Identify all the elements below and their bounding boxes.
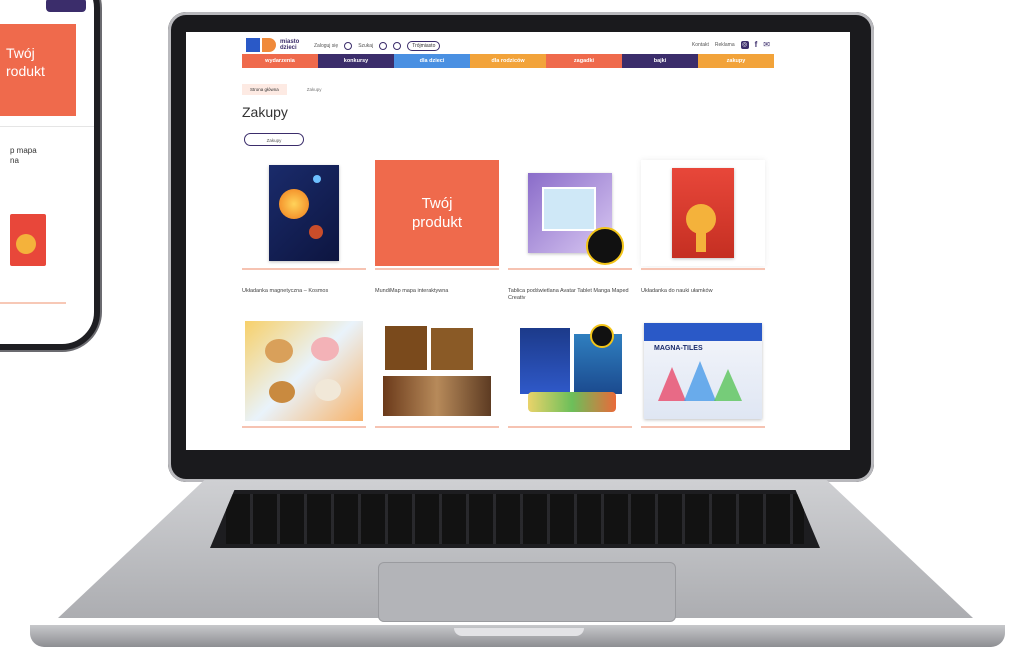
mail-icon[interactable]: ✉ (763, 40, 770, 49)
divider (508, 426, 632, 428)
product-name[interactable]: Układanka magnetyczna – Kosmos (242, 288, 366, 295)
product-card[interactable]: Tablica podświetlana Avatar Tablet Manga… (508, 160, 632, 302)
product-card[interactable]: Układanka magnetyczna – Kosmos (242, 160, 366, 295)
header-utility: Zaloguj się Szukaj Trójmiasto (314, 41, 441, 51)
phone-card-line1: Twój (6, 45, 35, 61)
nav-tab-wydarzenia[interactable]: wydarzenia (242, 54, 318, 68)
divider (0, 126, 94, 127)
phone-text-line2: na (10, 156, 19, 165)
page-title: Zakupy (242, 104, 288, 120)
harry-potter-book-set-icon (379, 322, 495, 420)
header-links: Kontakt Reklama ◎ f ✉ (692, 40, 770, 49)
nav-tab-zagadki[interactable]: zagadki (546, 54, 622, 68)
search-icon[interactable] (379, 42, 388, 50)
product-card[interactable]: MAGNA-TILES (641, 318, 765, 428)
product-name[interactable]: Układanka do nauki ułamków (641, 288, 765, 295)
phone-product-decoration (16, 234, 36, 254)
product-image[interactable] (242, 160, 366, 266)
filter-button[interactable]: Zakupy (244, 133, 304, 146)
divider (508, 268, 632, 270)
magna-tiles-box-icon: MAGNA-TILES (644, 323, 762, 419)
phone-text-line1: p mapa (10, 146, 37, 155)
phone-product-name[interactable]: p mapa na (10, 146, 70, 166)
laptop-touchpad (378, 562, 676, 622)
product-image[interactable] (242, 318, 366, 424)
divider (641, 268, 765, 270)
product-name[interactable]: Tablica podświetlana Avatar Tablet Manga… (508, 288, 632, 302)
nav-tab-konkursy[interactable]: konkursy (318, 54, 394, 68)
nav-tab-dla-dzieci[interactable]: dla dzieci (394, 54, 470, 68)
logo-text: miasto dzieci (280, 39, 299, 51)
contact-link[interactable]: Kontakt (692, 42, 709, 48)
product-card[interactable] (242, 318, 366, 428)
login-link[interactable]: Zaloguj się (314, 43, 338, 49)
search-link[interactable]: Szukaj (358, 43, 373, 49)
product-card[interactable]: Twój produkt MundiMap mapa interaktywna (375, 160, 499, 295)
ads-link[interactable]: Reklama (715, 42, 735, 48)
logo-mark-d (262, 38, 276, 52)
location-pin-icon (393, 42, 402, 50)
phone-header-button[interactable] (46, 0, 86, 12)
divider (242, 268, 366, 270)
product-name[interactable]: MundiMap mapa interaktywna (375, 288, 499, 295)
nav-tab-dla-rodziców[interactable]: dla rodziców (470, 54, 546, 68)
placeholder-line2: produkt (411, 214, 463, 231)
phone-mockup: Twój rodukt p mapa na (0, 0, 100, 350)
divider (375, 268, 499, 270)
logo-text-line2: dzieci (280, 45, 297, 51)
laptop-notch (454, 628, 584, 636)
fraction-puzzle-box-icon (672, 168, 734, 258)
product-image[interactable]: MAGNA-TILES (641, 318, 765, 424)
animal-puzzle-set-icon (245, 321, 363, 421)
product-card[interactable] (375, 318, 499, 428)
site-logo[interactable]: miasto dzieci (246, 38, 299, 52)
product-image[interactable] (508, 160, 632, 266)
divider (375, 426, 499, 428)
main-nav: wydarzenia konkursy dla dzieci dla rodziców… (242, 54, 774, 68)
product-image[interactable] (641, 160, 765, 266)
laptop-keyboard (210, 490, 820, 548)
breadcrumb: Strona główna Zakupy (242, 84, 322, 95)
nav-tab-bajki[interactable]: bajki (622, 54, 698, 68)
breadcrumb-current: Zakupy (306, 87, 322, 92)
product-image[interactable] (375, 318, 499, 424)
facebook-icon[interactable]: f (755, 40, 758, 49)
site-header: miasto dzieci Zaloguj się Szukaj Trójmia… (186, 32, 850, 84)
placeholder-line1: Twój (421, 195, 453, 212)
location-selector[interactable]: Trójmiasto (407, 41, 441, 51)
magna-tiles-label: MAGNA-TILES (654, 345, 703, 352)
instagram-icon[interactable]: ◎ (740, 40, 749, 49)
divider (641, 426, 765, 428)
product-image[interactable] (508, 318, 632, 424)
construction-kit-box-icon (512, 322, 628, 420)
divider (0, 302, 66, 304)
nav-tab-zakupy[interactable]: zakupy (698, 54, 774, 68)
product-placeholder[interactable]: Twój produkt (375, 160, 499, 266)
user-icon[interactable] (344, 42, 353, 50)
product-card[interactable] (508, 318, 632, 428)
divider (242, 426, 366, 428)
phone-card-line2: rodukt (6, 63, 45, 79)
space-puzzle-box-icon (269, 165, 339, 261)
logo-mark-m (246, 38, 260, 52)
phone-product-placeholder[interactable]: Twój rodukt (0, 24, 76, 116)
breadcrumb-home[interactable]: Strona główna (242, 84, 287, 95)
laptop-screen: miasto dzieci Zaloguj się Szukaj Trójmia… (186, 32, 850, 450)
product-card[interactable]: Układanka do nauki ułamków (641, 160, 765, 295)
light-tablet-box-icon (528, 173, 624, 265)
